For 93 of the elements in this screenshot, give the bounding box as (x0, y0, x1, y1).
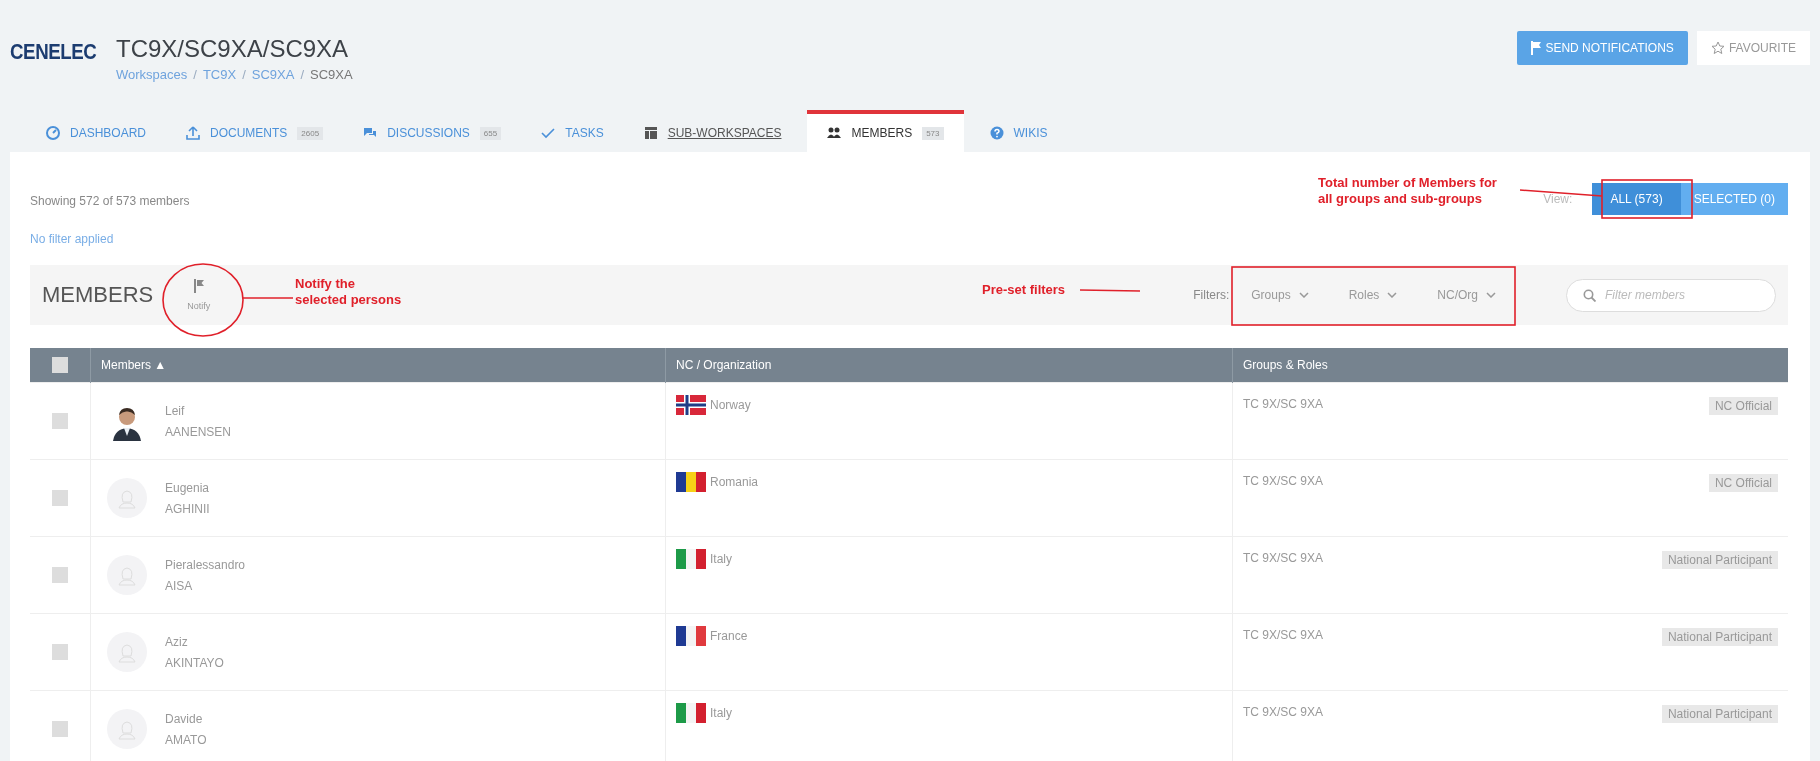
flag-icon (676, 472, 706, 492)
country-name: Italy (710, 552, 732, 566)
help-icon (989, 126, 1004, 140)
filter-dropdown[interactable]: NC/Org (1437, 288, 1496, 302)
chevron-down-icon (1298, 292, 1309, 298)
role-tag: National Participant (1661, 705, 1778, 723)
breadcrumb-current: SC9XA (310, 67, 353, 82)
row-checkbox[interactable] (52, 413, 68, 429)
table-icon (643, 126, 658, 140)
search-icon (1583, 288, 1596, 302)
group-name: TC 9X/SC 9XA (1243, 474, 1324, 490)
send-notifications-button[interactable]: SEND NOTIFICATIONS (1517, 31, 1688, 65)
chevron-down-icon (1387, 292, 1398, 298)
select-all-checkbox[interactable] (52, 357, 68, 373)
member-first-name: Pieralessandro (165, 557, 246, 572)
member-first-name: Aziz (165, 634, 189, 649)
group-name: TC 9X/SC 9XA (1243, 551, 1324, 567)
count-badge: 655 (479, 126, 502, 140)
role-tag: National Participant (1661, 628, 1778, 646)
member-last-name: AMATO (165, 732, 207, 747)
annotation-note: Total number of Members for all groups and sub-groups (1318, 175, 1497, 207)
avatar-placeholder-icon (107, 709, 147, 749)
breadcrumb-separator: / (300, 67, 305, 82)
tab[interactable]: WIKIS (975, 110, 1062, 152)
leader-line (1079, 289, 1141, 292)
count-badge: 573 (922, 126, 944, 140)
member-last-name: AGHINII (165, 501, 210, 516)
role-tag: NC Official (1708, 397, 1778, 415)
breadcrumb-link[interactable]: TC9X (202, 67, 237, 82)
search-field[interactable]: Filter members (1566, 278, 1776, 312)
favourite-button[interactable]: FAVOURITE (1696, 31, 1810, 65)
group-name: TC 9X/SC 9XA (1243, 705, 1324, 721)
annotation-note: Notify the selected persons (295, 276, 402, 308)
flag-icon (676, 626, 706, 646)
workspace-title: TC9X/SC9XA/SC9XA (116, 35, 350, 63)
view-toggle[interactable]: ALL (573) (1592, 183, 1681, 215)
breadcrumb-separator: / (242, 67, 246, 82)
flag-icon (1531, 41, 1542, 55)
filter-status: No filter applied (30, 232, 115, 246)
member-last-name: AANENSEN (165, 424, 232, 439)
people-icon (827, 126, 842, 140)
flag-icon (676, 549, 706, 569)
filter-dropdown[interactable]: Roles (1348, 288, 1398, 302)
leader-line (242, 297, 294, 299)
row-checkbox[interactable] (52, 567, 68, 583)
row-checkbox[interactable] (52, 490, 68, 506)
group-name: TC 9X/SC 9XA (1243, 397, 1324, 413)
country-name: Romania (710, 475, 759, 489)
breadcrumb-link[interactable]: Workspaces (116, 67, 188, 82)
chevron-down-icon (1486, 292, 1496, 298)
breadcrumb-separator: / (193, 67, 197, 82)
row-checkbox[interactable] (52, 644, 68, 660)
tab[interactable]: TASKS (527, 110, 618, 152)
row-checkbox[interactable] (52, 721, 68, 737)
section-title: MEMBERS (42, 282, 154, 308)
flag-icon (676, 395, 706, 415)
tab[interactable]: DOCUMENTS 2605 (172, 110, 338, 152)
notify-button[interactable]: Notify (181, 278, 217, 312)
tab[interactable]: SUB-WORKSPACES (629, 110, 796, 152)
result-count: Showing 572 of 573 members (30, 194, 190, 208)
filters-label: Filters: (1193, 288, 1230, 302)
star-icon (1710, 41, 1725, 55)
flag-icon (676, 703, 706, 723)
annotation-note: Pre-set filters (982, 282, 1066, 298)
country-name: Italy (710, 706, 732, 720)
flag-icon (193, 279, 204, 293)
tab[interactable]: DISCUSSIONS 655 (349, 110, 516, 152)
check-icon (541, 126, 556, 140)
tab[interactable]: DASHBOARD (32, 110, 160, 152)
view-toggle[interactable]: SELECTED (0) (1680, 183, 1788, 215)
member-last-name: AISA (165, 578, 194, 593)
country-name: France (710, 629, 748, 643)
breadcrumb-link[interactable]: SC9XA (251, 67, 295, 82)
country-name: Norway (710, 398, 751, 412)
member-first-name: Eugenia (165, 480, 210, 495)
avatar-placeholder-icon (107, 478, 147, 518)
gauge-icon (46, 126, 60, 140)
member-first-name: Davide (165, 711, 204, 726)
role-tag: National Participant (1661, 551, 1778, 569)
upload-icon (186, 126, 200, 140)
tab[interactable]: MEMBERS 573 (807, 110, 964, 152)
avatar-placeholder-icon (107, 555, 147, 595)
column-header: NC / Organization (665, 348, 1233, 383)
group-name: TC 9X/SC 9XA (1243, 628, 1324, 644)
role-tag: NC Official (1708, 474, 1778, 492)
column-header: Groups & Roles (1232, 348, 1788, 383)
filter-dropdown[interactable]: Groups (1251, 288, 1309, 302)
count-badge: 2605 (297, 126, 324, 140)
view-label: View: (1543, 192, 1573, 206)
member-last-name: AKINTAYO (165, 655, 224, 670)
avatar-placeholder-icon (107, 632, 147, 672)
column-header[interactable]: Members ▲ (90, 348, 666, 383)
member-first-name: Leif (165, 403, 186, 418)
